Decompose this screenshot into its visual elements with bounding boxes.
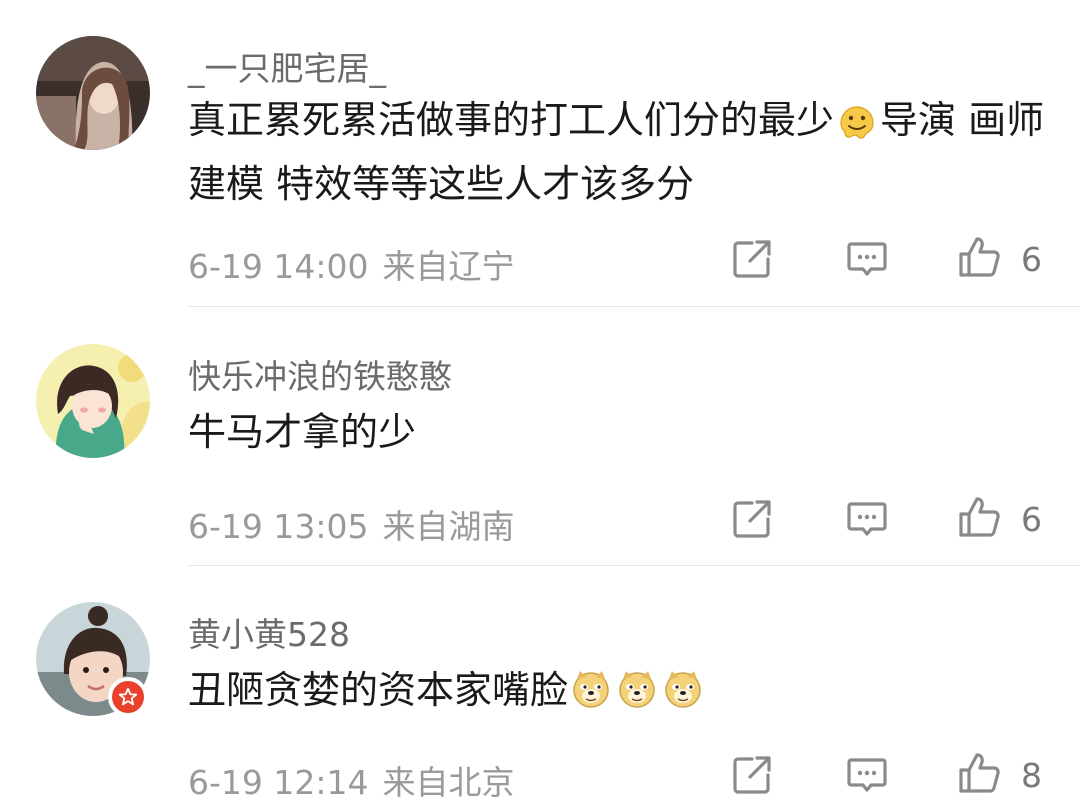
thumbs-up-icon[interactable] — [957, 751, 1001, 795]
divider — [188, 306, 1080, 307]
melting-face-icon — [840, 106, 875, 139]
like-count: 6 — [1021, 500, 1042, 539]
share-icon[interactable] — [730, 497, 774, 541]
timestamp: 6-19 12:14 — [188, 763, 369, 802]
avatar[interactable] — [36, 36, 150, 150]
timestamp: 6-19 13:05 — [188, 507, 369, 546]
comment-meta: 6-19 14:00 来自辽宁 — [188, 240, 515, 288]
comment-meta: 6-19 12:14 来自北京 — [188, 756, 515, 804]
username[interactable]: 黄小黄528 — [188, 608, 350, 656]
comment-text: 真正累死累活做事的打工人们分的最少 导演 画师 建模 特效等等这些人才该多分 — [188, 88, 1048, 216]
share-icon[interactable] — [730, 753, 774, 797]
comment-item: 快乐冲浪的铁憨憨 牛马才拿的少 6-19 13:05 来自湖南 6 — [0, 308, 1080, 566]
comment-meta: 6-19 13:05 来自湖南 — [188, 500, 515, 548]
timestamp: 6-19 14:00 — [188, 247, 369, 286]
comment-text-part: 丑陋贪婪的资本家嘴脸 — [188, 668, 569, 712]
username[interactable]: 快乐冲浪的铁憨憨 — [188, 350, 452, 398]
comment-text-part: 真正累死累活做事的打工人们分的最少 — [188, 98, 835, 142]
like-count: 6 — [1021, 240, 1042, 279]
doge-icon — [619, 670, 655, 708]
comment-text: 丑陋贪婪的资本家嘴脸 — [188, 658, 1048, 722]
doge-icon — [665, 670, 701, 708]
username[interactable]: _一只肥宅居_ — [188, 42, 386, 90]
avatar[interactable] — [36, 344, 150, 458]
thumbs-up-icon[interactable] — [957, 235, 1001, 279]
comment-item: 黄小黄528 丑陋贪婪的资本家嘴脸 6-19 12:14 来自北京 8 — [0, 566, 1080, 808]
verified-badge — [108, 677, 148, 717]
comment-icon[interactable] — [845, 753, 889, 797]
doge-icon — [573, 670, 609, 708]
comment-text: 牛马才拿的少 — [188, 410, 417, 454]
comment-icon[interactable] — [845, 497, 889, 541]
location: 来自湖南 — [382, 507, 515, 546]
location: 来自北京 — [382, 763, 515, 802]
location: 来自辽宁 — [382, 247, 515, 286]
share-icon[interactable] — [730, 237, 774, 281]
comment-item: _一只肥宅居_ 真正累死累活做事的打工人们分的最少 导演 画师 建模 特效等等这些… — [0, 0, 1080, 308]
comment-icon[interactable] — [845, 237, 889, 281]
thumbs-up-icon[interactable] — [957, 495, 1001, 539]
star-icon — [118, 687, 138, 706]
like-count: 8 — [1021, 756, 1042, 795]
